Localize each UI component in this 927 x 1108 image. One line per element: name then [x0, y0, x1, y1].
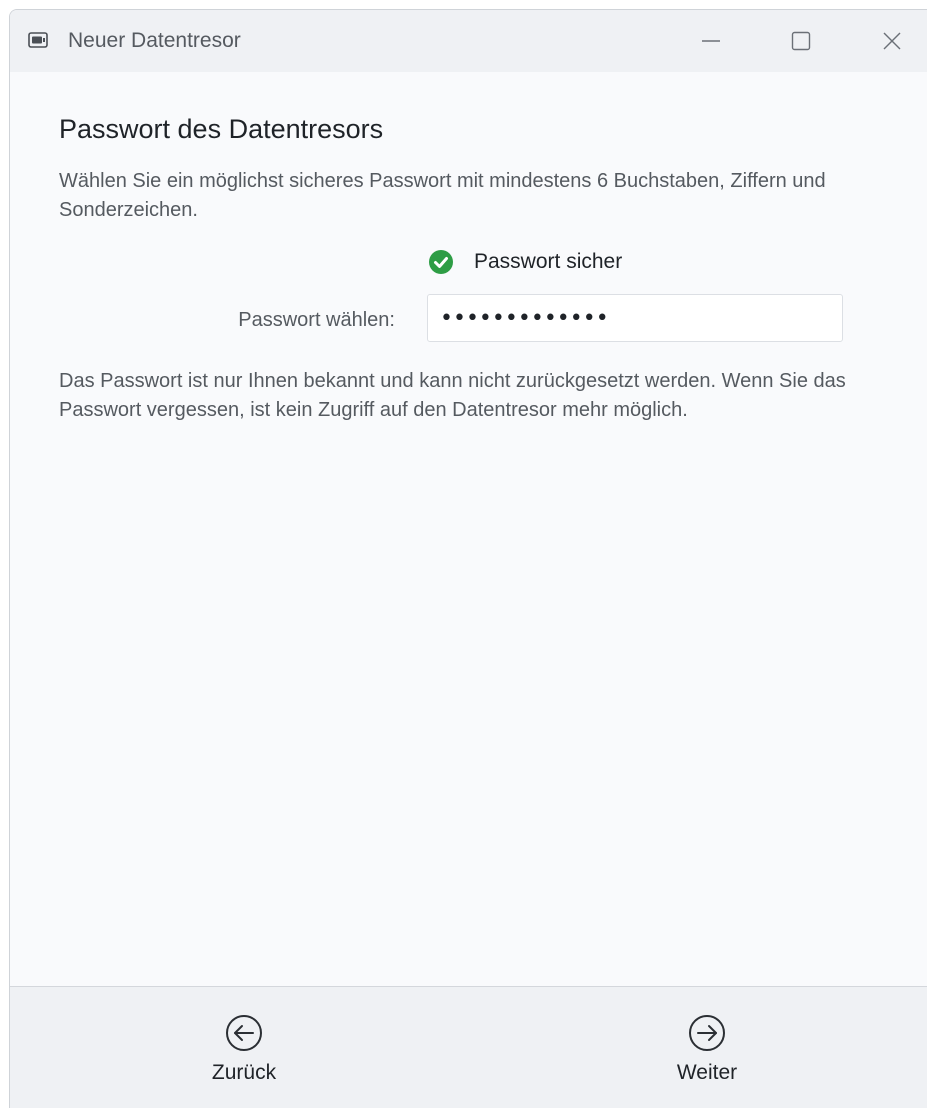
- next-button[interactable]: Weiter: [647, 1013, 767, 1093]
- password-strength-indicator: Passwort sicher: [428, 247, 622, 277]
- minimize-icon[interactable]: [694, 24, 728, 58]
- password-strength-label: Passwort sicher: [474, 250, 623, 273]
- window-title: Neuer Datentresor: [68, 29, 241, 52]
- back-button[interactable]: Zurück: [184, 1013, 304, 1093]
- maximize-icon[interactable]: [784, 24, 818, 58]
- back-button-label: Zurück: [211, 1061, 277, 1084]
- check-circle-icon: [429, 250, 453, 274]
- wizard-window: Neuer Datentresor Passwort des Datentres…: [9, 9, 927, 1108]
- wizard-footer: Zurück Weiter: [10, 986, 927, 1108]
- arrow-left-circle-icon: [226, 1015, 262, 1051]
- vault-icon: [28, 32, 48, 48]
- password-field-label: Passwort wählen:: [238, 309, 395, 331]
- password-warning-note: Das Passwort ist nur Ihnen bekannt und k…: [59, 370, 846, 421]
- password-input[interactable]: [427, 294, 843, 342]
- title-bar: Neuer Datentresor: [10, 10, 927, 72]
- page-title: Passwort des Datentresors: [59, 114, 384, 144]
- wizard-content: Passwort des Datentresors Wählen Sie ein…: [10, 72, 927, 986]
- intro-text: Wählen Sie ein möglichst sicheres Passwo…: [59, 170, 826, 221]
- close-icon[interactable]: [875, 24, 909, 58]
- next-button-label: Weiter: [676, 1061, 738, 1084]
- arrow-right-circle-icon: [689, 1015, 725, 1051]
